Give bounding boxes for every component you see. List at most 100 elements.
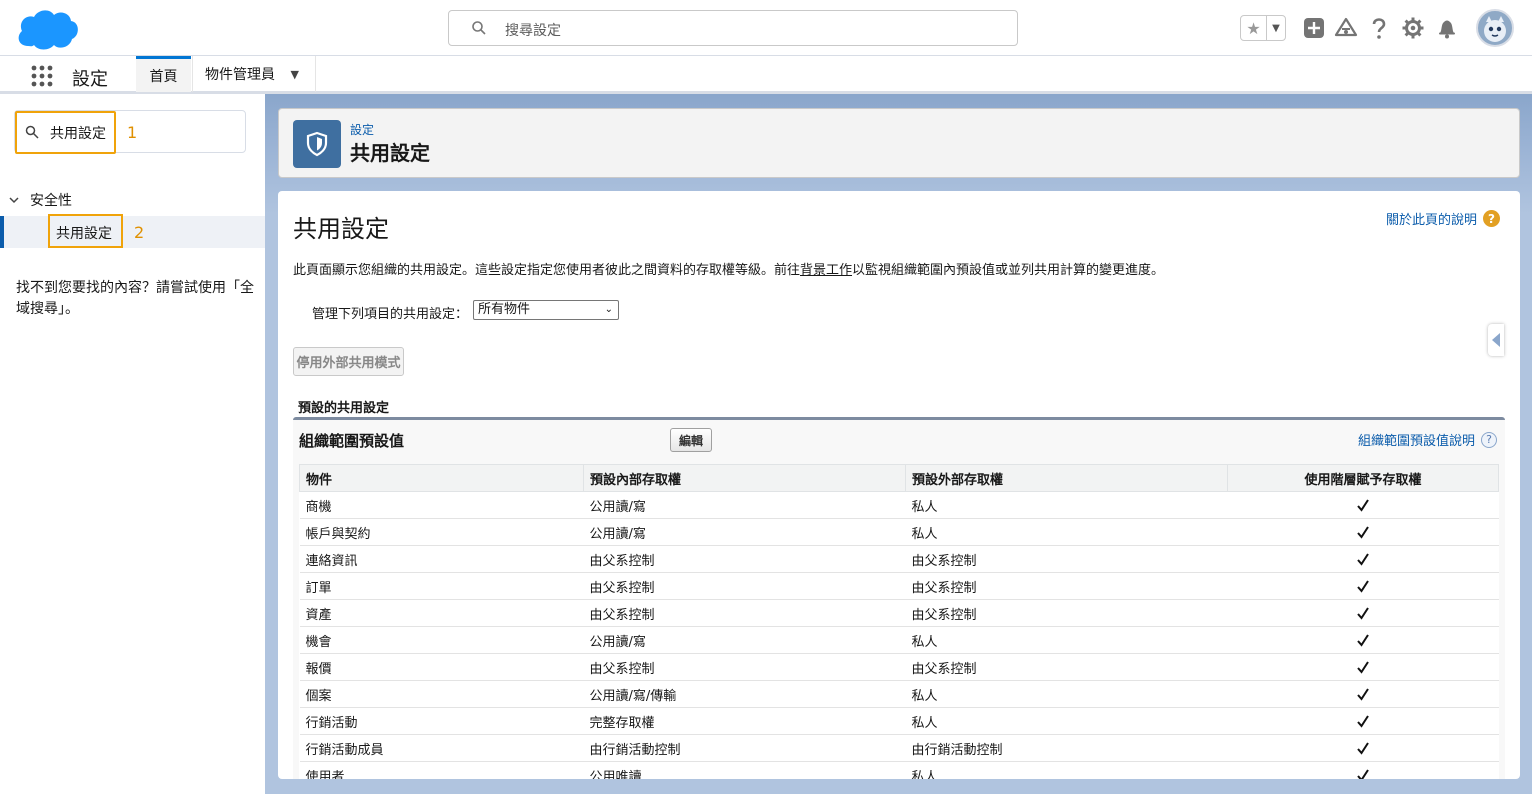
edit-button[interactable]: 編輯: [670, 428, 712, 452]
setup-sidebar: 共用設定 1 安全性 共用設定 2 找不到您要找的內容？請嘗試使用「全域搜尋」。: [0, 94, 265, 794]
checkmark-icon: [1357, 526, 1369, 539]
checkmark-icon: [1357, 553, 1369, 566]
page-help-label: 關於此頁的說明: [1385, 213, 1477, 228]
favorites-control[interactable]: ★ ▼: [1240, 15, 1286, 41]
description-text-end: 以監視組織範圍內預設值或並列共用計算的變更進度。: [852, 263, 1165, 278]
cell-hierarchy: [1227, 545, 1499, 573]
column-header-internal: 預設內部存取權: [583, 464, 906, 492]
global-search[interactable]: 搜尋設定: [448, 10, 1018, 46]
setup-body: 共用設定 關於此頁的說明 ? 此頁面顯示您組織的共用設定。這些設定指定您使用者彼…: [278, 191, 1520, 779]
checkmark-icon: [1357, 688, 1369, 701]
table-row: 行銷活動成員 由行銷活動控制 由行銷活動控制: [299, 734, 1499, 762]
add-icon[interactable]: [1300, 14, 1328, 42]
cell-hierarchy: [1227, 599, 1499, 627]
tree-item-label: 共用設定: [56, 226, 112, 242]
cell-internal: 由行銷活動控制: [583, 734, 906, 762]
cell-object: 個案: [299, 680, 584, 708]
cell-external: 由行銷活動控制: [905, 734, 1228, 762]
background-jobs-link[interactable]: 背景工作: [800, 263, 852, 278]
cell-object: 使用者: [299, 761, 584, 779]
block-help-link[interactable]: 組織範圍預設值說明 ?: [1358, 430, 1497, 449]
cell-external: 由父系控制: [905, 545, 1228, 573]
cell-object: 報價: [299, 653, 584, 681]
app-launcher-icon[interactable]: [30, 64, 54, 88]
checkmark-icon: [1357, 742, 1369, 755]
table-row: 資產 由父系控制 由父系控制: [299, 599, 1499, 627]
object-select[interactable]: 所有物件 ⌄: [473, 300, 619, 320]
help-icon: ?: [1481, 431, 1497, 448]
column-header-hierarchy: 使用階層賦予存取權: [1227, 464, 1499, 492]
bell-icon[interactable]: [1433, 14, 1461, 42]
page-help-link[interactable]: 關於此頁的說明 ?: [1386, 209, 1500, 228]
not-found-hint: 找不到您要找的內容？請嘗試使用「全域搜尋」。: [16, 280, 254, 317]
cell-hierarchy: [1227, 491, 1499, 519]
cell-hierarchy: [1227, 626, 1499, 654]
annotation-number: 1: [127, 123, 138, 142]
cell-hierarchy: [1227, 680, 1499, 708]
collapse-handle[interactable]: [1488, 324, 1504, 356]
cell-external: 由父系控制: [905, 572, 1228, 600]
tree-section-security[interactable]: 安全性: [8, 190, 72, 210]
cell-external: 私人: [905, 518, 1228, 546]
manage-label: 管理下列項目的共用設定：: [312, 307, 469, 322]
chevron-down-icon[interactable]: ▼: [291, 68, 299, 81]
main-content: 設定 共用設定 共用設定 關於此頁的說明 ? 此頁面顯示您組織的共用設定。這些設…: [265, 94, 1532, 794]
cell-internal: 完整存取權: [583, 707, 906, 735]
cell-object: 機會: [299, 626, 584, 654]
checkmark-icon: [1357, 769, 1369, 779]
global-header: 搜尋設定 ★ ▼: [0, 0, 1532, 56]
tab-object-manager[interactable]: 物件管理員 ▼: [192, 56, 316, 92]
annotation-number: 2: [134, 223, 145, 242]
search-placeholder: 搜尋設定: [505, 23, 561, 39]
table-row: 報價 由父系控制 由父系控制: [299, 653, 1499, 681]
cell-external: 由父系控制: [905, 653, 1228, 681]
cell-external: 由父系控制: [905, 599, 1228, 627]
cell-internal: 公用讀/寫: [583, 518, 906, 546]
tab-home[interactable]: 首頁: [136, 56, 191, 92]
tab-home-label: 首頁: [149, 68, 178, 85]
column-header-external: 預設外部存取權: [905, 464, 1228, 492]
cell-hierarchy: [1227, 518, 1499, 546]
sharing-defaults-table: 物件 預設內部存取權 預設外部存取權 使用階層賦予存取權 商機 公用讀/寫 私人 帳戶…: [299, 464, 1499, 779]
cell-hierarchy: [1227, 653, 1499, 681]
cell-internal: 公用讀/寫/傳輸: [583, 680, 906, 708]
app-title: 設定: [72, 69, 108, 90]
block-help-label: 組織範圍預設值說明: [1357, 434, 1475, 449]
chevron-down-icon: ⌄: [604, 304, 613, 315]
cell-object: 商機: [299, 491, 584, 519]
checkmark-icon: [1357, 607, 1369, 620]
checkmark-icon: [1357, 715, 1369, 728]
tree-section-label: 安全性: [30, 193, 72, 209]
cell-internal: 由父系控制: [583, 653, 906, 681]
description-text: 此頁面顯示您組織的共用設定。這些設定指定您使用者彼此之間資料的存取權等級。前往: [293, 263, 801, 278]
gear-icon[interactable]: [1399, 14, 1427, 42]
context-bar: 設定 首頁 物件管理員 ▼: [0, 56, 1532, 94]
table-body: 商機 公用讀/寫 私人 帳戶與契約 公用讀/寫 私人 連絡資訊 由父系控制 由父系控制 訂單 由父系…: [299, 491, 1499, 779]
tab-object-manager-label: 物件管理員: [205, 67, 275, 83]
chevron-down-icon[interactable]: ▼: [1267, 16, 1285, 40]
trailhead-icon[interactable]: [1332, 14, 1360, 42]
cell-object: 訂單: [299, 572, 584, 600]
cell-internal: 由父系控制: [583, 545, 906, 573]
avatar[interactable]: [1476, 9, 1514, 47]
table-header-row: 物件 預設內部存取權 預設外部存取權 使用階層賦予存取權: [299, 464, 1499, 492]
cell-external: 私人: [905, 761, 1228, 779]
star-icon[interactable]: ★: [1241, 16, 1267, 40]
cell-hierarchy: [1227, 707, 1499, 735]
cell-external: 私人: [905, 680, 1228, 708]
cell-object: 行銷活動成員: [299, 734, 584, 762]
object-select-value: 所有物件: [478, 302, 531, 317]
table-row: 機會 公用讀/寫 私人: [299, 626, 1499, 654]
cell-external: 私人: [905, 626, 1228, 654]
salesforce-cloud-logo[interactable]: [14, 6, 80, 52]
tree-item-sharing-settings[interactable]: 共用設定: [0, 214, 265, 248]
help-icon[interactable]: [1365, 14, 1393, 42]
disable-external-sharing-button[interactable]: 停用外部共用模式: [293, 347, 404, 376]
cell-internal: 公用唯讀: [583, 761, 906, 779]
chevron-down-icon: [9, 197, 19, 204]
cell-internal: 公用讀/寫: [583, 491, 906, 519]
page-title: 共用設定: [350, 141, 430, 165]
page-description: 此頁面顯示您組織的共用設定。這些設定指定您使用者彼此之間資料的存取權等級。前往背…: [293, 259, 1164, 278]
cell-object: 行銷活動: [299, 707, 584, 735]
breadcrumb[interactable]: 設定: [350, 121, 374, 138]
